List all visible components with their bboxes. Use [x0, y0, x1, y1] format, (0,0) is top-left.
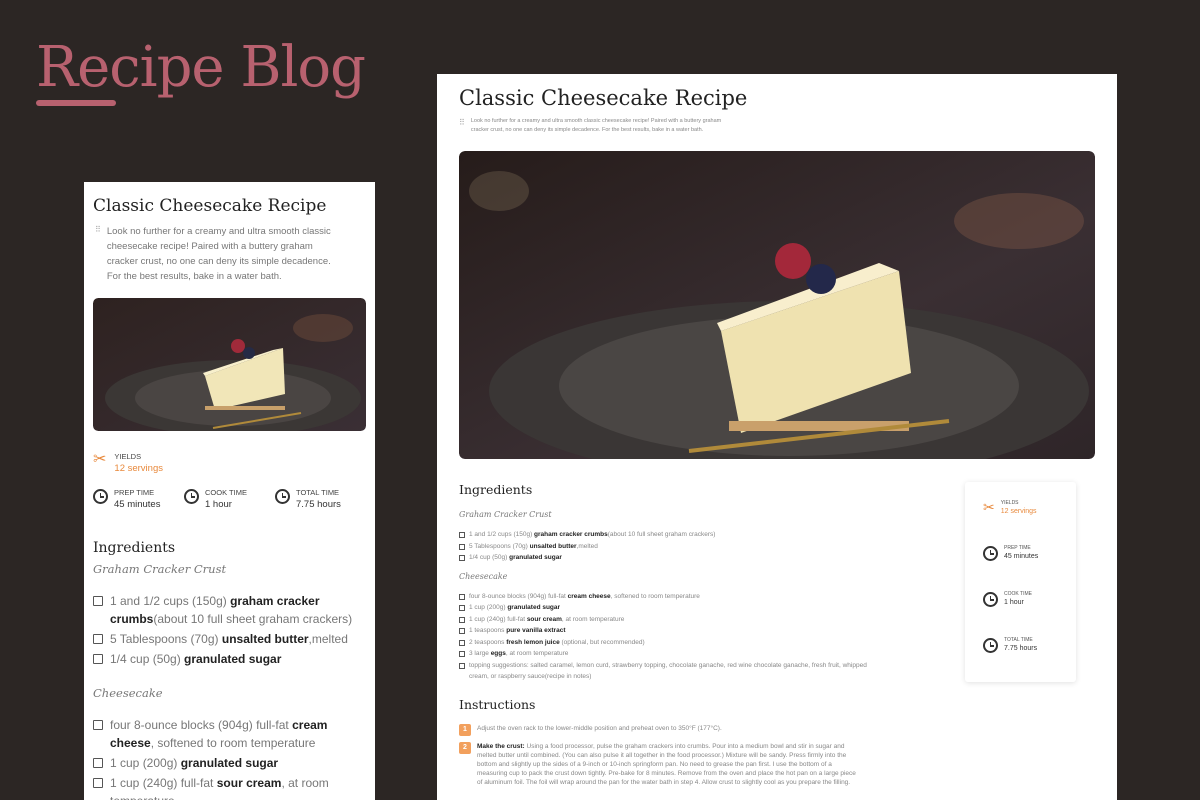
- ingredient-checkbox[interactable]: [459, 555, 465, 561]
- clock-icon: [983, 638, 998, 653]
- ingredient-checkbox[interactable]: [459, 605, 465, 611]
- list-item: 3 large eggs, at room temperature: [459, 648, 879, 660]
- ingredient-checkbox[interactable]: [93, 720, 103, 730]
- list-item: four 8-ounce blocks (904g) full-fat crea…: [93, 716, 366, 752]
- crust-list: 1 and 1/2 cups (150g) graham cracker cru…: [93, 592, 366, 668]
- recipe-title: Classic Cheesecake Recipe: [459, 86, 748, 110]
- time-value: 1 hour: [1004, 599, 1024, 606]
- utensils-icon: ✂: [93, 451, 107, 468]
- instruction-step: 1 Adjust the oven rack to the lower-midd…: [459, 723, 859, 736]
- recipe-description: Look no further for a creamy and ultra s…: [470, 118, 722, 133]
- time-label: PREP TIME: [1004, 545, 1031, 551]
- yields-value: 12 servings: [114, 463, 163, 474]
- list-item: 1 and 1/2 cups (150g) graham cracker cru…: [93, 592, 366, 628]
- time-value: 7.75 hours: [1004, 645, 1038, 652]
- list-item: 2 teaspoons fresh lemon juice (optional,…: [459, 637, 879, 649]
- list-item: 1 cup (200g) granulated sugar: [459, 602, 879, 614]
- time-label: TOTAL TIME: [1004, 637, 1033, 643]
- ingredient-checkbox[interactable]: [459, 616, 465, 623]
- instructions-heading: Instructions: [459, 696, 536, 712]
- yields-label: YIELDS: [114, 452, 142, 461]
- mobile-recipe-card: Classic Cheesecake Recipe ⠿ Look no furt…: [84, 182, 375, 800]
- total-time: TOTAL TIME 7.75 hours: [983, 637, 1058, 653]
- time-value: 45 minutes: [1004, 553, 1039, 560]
- brand-title: Recipe Blog: [36, 35, 366, 100]
- crust-heading: Graham Cracker Crust: [93, 562, 227, 576]
- list-item: four 8-ounce blocks (904g) full-fat crea…: [459, 591, 879, 603]
- yields-row: ✂ YIELDS 12 servings: [93, 451, 366, 475]
- ingredient-checkbox[interactable]: [93, 596, 103, 606]
- step-number: 2: [459, 741, 471, 754]
- cook-time: COOK TIME 1 hour: [983, 591, 1058, 607]
- ingredient-checkbox[interactable]: [459, 662, 465, 669]
- ingredients-heading: Ingredients: [93, 540, 176, 556]
- time-label: COOK TIME: [205, 488, 247, 497]
- list-item: 1 cup (240g) full-fat sour cream, at roo…: [93, 774, 366, 800]
- desktop-recipe-card: Classic Cheesecake Recipe ⠿ Look no furt…: [437, 74, 1117, 800]
- yields-row: ✂ YIELDS 12 servings: [983, 500, 1058, 515]
- brand-underline: [36, 100, 116, 106]
- list-item: 5 Tablespoons (70g) unsalted butter,melt…: [93, 630, 366, 648]
- filling-list: four 8-ounce blocks (904g) full-fat crea…: [459, 591, 879, 683]
- list-item: topping suggestions: salted caramel, lem…: [459, 660, 879, 683]
- instructions-list: 1 Adjust the oven rack to the lower-midd…: [459, 723, 859, 787]
- ingredient-checkbox[interactable]: [459, 593, 465, 600]
- prep-time: PREP TIME 45 minutes: [983, 545, 1058, 561]
- yields-value: 12 servings: [1000, 508, 1037, 515]
- drag-handle-icon: ⠿: [459, 118, 465, 127]
- recipe-description: Look no further for a creamy and ultra s…: [106, 226, 331, 282]
- list-item: 1 cup (240g) full-fat sour cream, at roo…: [459, 614, 879, 626]
- time-label: TOTAL TIME: [296, 488, 340, 497]
- cook-time: COOK TIME 1 hour: [184, 488, 275, 510]
- list-item: 1 teaspoons pure vanilla extract: [459, 625, 879, 637]
- list-item: 1 and 1/2 cups (150g) graham cracker cru…: [459, 529, 879, 541]
- brand-logo[interactable]: Recipe Blog: [36, 35, 366, 106]
- drag-handle-icon: ⠿: [95, 225, 101, 234]
- ingredients-heading: Ingredients: [459, 482, 533, 497]
- ingredient-checkbox[interactable]: [459, 651, 465, 657]
- clock-icon: [983, 592, 998, 607]
- time-value: 45 minutes: [114, 499, 161, 510]
- filling-heading: Cheesecake: [93, 686, 163, 700]
- list-item: 1/4 cup (50g) granulated sugar: [93, 650, 366, 668]
- yields-label: YIELDS: [1000, 500, 1019, 506]
- ingredient-checkbox[interactable]: [459, 543, 465, 550]
- list-item: 1/4 cup (50g) granulated sugar: [459, 552, 879, 564]
- utensils-icon: ✂: [983, 499, 995, 515]
- recipe-meta-panel: ✂ YIELDS 12 servings PREP TIME 45 minutes…: [965, 482, 1076, 682]
- ingredient-checkbox[interactable]: [93, 778, 103, 788]
- clock-icon: [184, 489, 199, 504]
- recipe-photo: [459, 151, 1095, 481]
- ingredient-checkbox[interactable]: [459, 639, 465, 646]
- times-row: PREP TIME 45 minutes COOK TIME 1 hour TOTA…: [93, 488, 366, 510]
- list-item: 5 Tablespoons (70g) unsalted butter,melt…: [459, 541, 879, 553]
- recipe-title: Classic Cheesecake Recipe: [93, 196, 327, 216]
- filling-heading: Cheesecake: [459, 571, 508, 581]
- ingredient-checkbox[interactable]: [93, 758, 103, 768]
- ingredient-checkbox[interactable]: [93, 634, 103, 644]
- ingredient-checkbox[interactable]: [459, 532, 465, 538]
- prep-time: PREP TIME 45 minutes: [93, 488, 184, 510]
- clock-icon: [983, 546, 998, 561]
- ingredient-checkbox[interactable]: [93, 654, 103, 664]
- crust-list: 1 and 1/2 cups (150g) graham cracker cru…: [459, 529, 879, 564]
- total-time: TOTAL TIME 7.75 hours: [275, 488, 366, 510]
- step-number: 1: [459, 723, 471, 736]
- crust-heading: Graham Cracker Crust: [459, 510, 552, 519]
- clock-icon: [275, 489, 290, 504]
- time-label: PREP TIME: [114, 488, 155, 497]
- filling-list: four 8-ounce blocks (904g) full-fat crea…: [93, 716, 366, 800]
- time-value: 1 hour: [205, 499, 232, 510]
- list-item: 1 cup (200g) granulated sugar: [93, 754, 366, 772]
- time-label: COOK TIME: [1004, 591, 1032, 597]
- ingredient-checkbox[interactable]: [459, 628, 465, 634]
- instruction-step: 2 Make the crust: Using a food processor…: [459, 741, 859, 787]
- clock-icon: [93, 489, 108, 504]
- recipe-photo: [93, 298, 366, 436]
- time-value: 7.75 hours: [296, 499, 341, 510]
